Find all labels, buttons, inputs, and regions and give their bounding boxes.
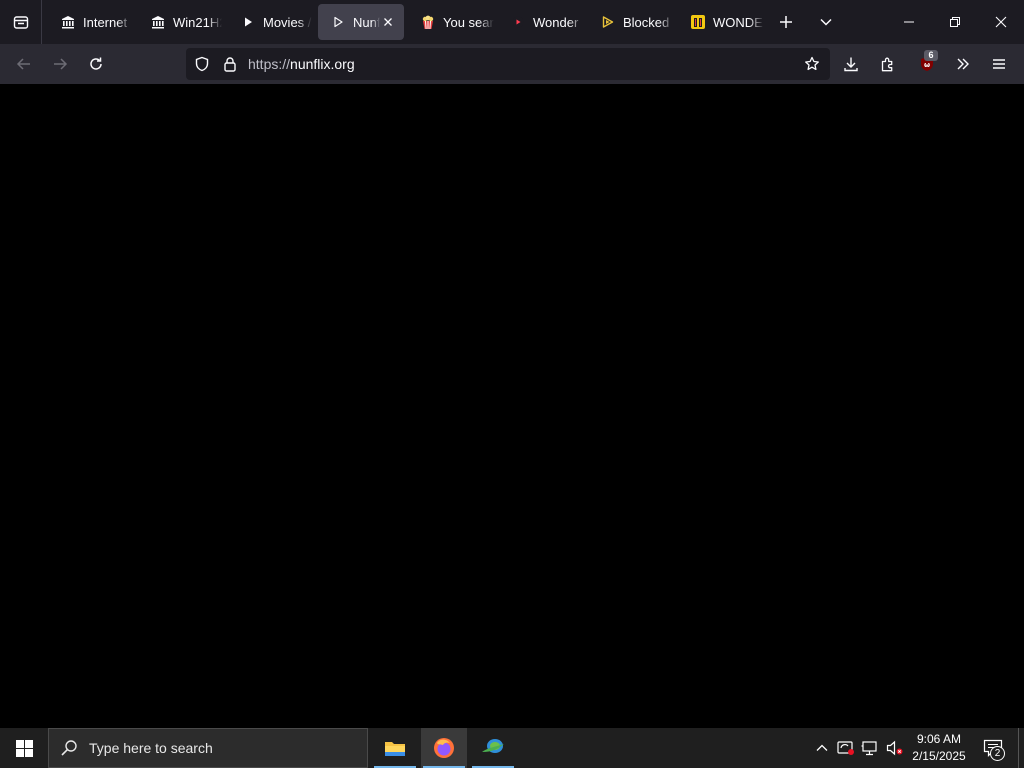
page-content-area	[0, 84, 1024, 728]
close-window-button[interactable]	[978, 0, 1024, 44]
back-arrow-icon	[16, 58, 30, 70]
forward-button[interactable]	[42, 46, 78, 82]
back-button[interactable]	[6, 46, 42, 82]
volume-tray-icon[interactable]	[885, 738, 905, 758]
reload-icon	[90, 57, 102, 70]
tab-title: Wonder	[533, 14, 579, 30]
folder-icon	[385, 742, 405, 756]
firefox-icon	[434, 738, 454, 758]
close-tab-icon[interactable]	[380, 14, 396, 30]
url-text[interactable]: https://nunflix.org	[248, 56, 355, 72]
downloads-button[interactable]	[833, 46, 869, 82]
tab-internet[interactable]: Internet	[48, 4, 132, 40]
extension-badge-count: 6	[924, 50, 938, 61]
taskbar-search-box[interactable]: Type here to search	[48, 728, 368, 768]
extensions-button[interactable]	[870, 46, 906, 82]
play-outline-icon	[330, 14, 346, 30]
list-all-tabs-button[interactable]	[808, 4, 844, 40]
hamburger-icon	[993, 59, 1005, 69]
start-button[interactable]	[0, 728, 48, 768]
tab-title: Win21H2	[173, 14, 222, 30]
restore-icon	[950, 17, 960, 27]
yellow-play-icon	[600, 14, 616, 30]
play-icon	[240, 14, 256, 30]
chevron-down-icon	[820, 18, 832, 26]
system-clock[interactable]: 9:06 AM 2/15/2025	[906, 731, 972, 765]
reload-button[interactable]	[78, 46, 114, 82]
tab-wonder[interactable]: Wonder	[498, 4, 584, 40]
show-desktop-button[interactable]	[1018, 728, 1024, 768]
yellow-film-icon	[690, 14, 706, 30]
tab-movies[interactable]: Movies /	[228, 4, 312, 40]
clock-time: 9:06 AM	[916, 732, 962, 746]
tab-title: Blocked	[623, 14, 670, 30]
puzzle-icon	[881, 57, 893, 72]
new-tab-button[interactable]	[768, 4, 804, 40]
tab-strip: Internet Win21H2 Movies / Nunflix You se…	[0, 0, 1024, 44]
windows-security-icon	[837, 741, 854, 755]
tab-title: Movies /	[263, 14, 312, 30]
tab-wonde[interactable]: WONDE	[678, 4, 764, 40]
network-icon	[861, 741, 877, 756]
minimize-button[interactable]	[886, 0, 932, 44]
overflow-menu-button[interactable]	[945, 46, 981, 82]
tab-title: Internet	[83, 14, 128, 30]
close-icon	[995, 16, 1007, 28]
app-menu-button[interactable]	[981, 46, 1017, 82]
lock-icon[interactable]	[222, 56, 238, 72]
windows-logo-icon	[15, 739, 33, 757]
svg-text:ω: ω	[924, 61, 930, 69]
tab-you-search[interactable]: You sear	[408, 4, 494, 40]
plus-icon	[780, 16, 792, 28]
popcorn-icon	[420, 14, 436, 30]
speaker-muted-icon	[886, 740, 903, 756]
internet-download-manager-taskbar-button[interactable]	[470, 728, 516, 768]
network-tray-icon[interactable]	[860, 738, 880, 758]
clock-date: 2/15/2025	[912, 749, 966, 763]
navigation-toolbar: https://nunflix.org ω	[0, 44, 1024, 84]
minimize-icon	[904, 21, 914, 23]
notification-count-badge: 2	[990, 746, 1005, 761]
address-bar[interactable]: https://nunflix.org	[186, 48, 830, 80]
url-scheme: https://	[248, 56, 291, 72]
tab-title: You sear	[443, 14, 494, 30]
library-icon	[150, 14, 166, 30]
restore-button[interactable]	[932, 0, 978, 44]
chevron-up-icon	[816, 744, 828, 751]
tab-blocked[interactable]: Blocked	[588, 4, 674, 40]
show-hidden-icons-button[interactable]	[812, 738, 832, 758]
file-explorer-taskbar-button[interactable]	[372, 728, 418, 768]
search-icon	[59, 738, 79, 758]
tab-win21h2[interactable]: Win21H2	[138, 4, 222, 40]
windows-taskbar: Type here to search 9:06 AM 2/15/2025 2	[0, 728, 1024, 768]
firefox-view-icon	[13, 16, 28, 29]
forward-arrow-icon	[54, 58, 68, 70]
library-icon	[60, 14, 76, 30]
url-host: nunflix.org	[290, 56, 355, 72]
firefox-view-button[interactable]	[0, 0, 42, 44]
red-play-icon	[510, 14, 526, 30]
search-placeholder: Type here to search	[89, 740, 213, 756]
tab-title: Nunflix	[353, 14, 380, 30]
download-manager-icon	[482, 739, 504, 753]
download-icon	[844, 57, 858, 72]
double-chevron-icon	[957, 58, 969, 70]
security-tray-icon[interactable]	[836, 738, 856, 758]
tab-title: WONDE	[713, 14, 763, 30]
firefox-taskbar-button[interactable]	[421, 728, 467, 768]
tab-nunflix[interactable]: Nunflix	[318, 4, 404, 40]
tracking-protection-shield-icon[interactable]	[194, 56, 210, 72]
bookmark-star-icon[interactable]	[804, 56, 820, 72]
